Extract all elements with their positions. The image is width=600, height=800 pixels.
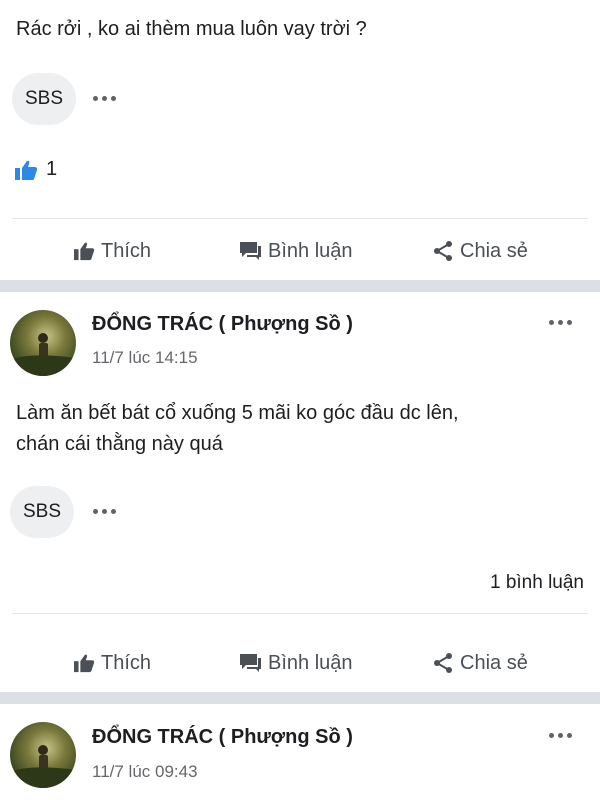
like-summary[interactable]: 1 <box>14 158 57 181</box>
more-dots-icon[interactable] <box>93 96 116 101</box>
post-text-line-2: chán cái thằng này quá <box>16 433 223 455</box>
like-button[interactable]: Thích <box>73 638 151 688</box>
like-label: Thích <box>101 239 152 262</box>
more-dots-icon[interactable] <box>93 509 116 514</box>
like-count: 1 <box>46 158 58 180</box>
share-icon <box>434 653 452 673</box>
divider <box>12 218 588 219</box>
share-button[interactable]: Chia sẻ <box>432 226 528 276</box>
comment-icon <box>240 654 261 672</box>
post-text: Rác rởi , ko ai thèm mua luôn vay trời ? <box>16 18 367 40</box>
thumbs-up-icon <box>74 654 95 673</box>
tag-chip[interactable]: SBS <box>10 486 74 538</box>
like-button[interactable]: Thích <box>73 226 151 276</box>
post-actions: Thích Bình luận Chia sẻ <box>0 226 600 276</box>
post-text-line-1: Làm ăn bết bát cổ xuống 5 mãi ko góc đầu… <box>16 402 459 424</box>
avatar-image <box>10 333 76 376</box>
avatar[interactable] <box>10 722 76 788</box>
comment-icon <box>240 242 261 260</box>
share-label: Chia sẻ <box>460 239 528 262</box>
tag-chip[interactable]: SBS <box>12 73 76 125</box>
share-icon <box>434 241 452 261</box>
comment-label: Bình luận <box>268 651 353 674</box>
more-dots-icon[interactable] <box>549 733 572 738</box>
divider <box>12 613 588 614</box>
more-dots-icon[interactable] <box>549 320 572 325</box>
comment-button[interactable]: Bình luận <box>238 638 353 688</box>
comment-label: Bình luận <box>268 239 353 262</box>
thumbs-up-icon <box>15 160 38 180</box>
comment-count[interactable]: 1 bình luận <box>490 572 584 594</box>
avatar[interactable] <box>10 310 76 376</box>
author-name[interactable]: ĐỔNG TRÁC ( Phượng Sồ ) <box>92 726 353 749</box>
thumbs-up-icon <box>74 242 95 261</box>
avatar-image <box>10 745 76 788</box>
share-label: Chia sẻ <box>460 651 528 674</box>
post-actions: Thích Bình luận Chia sẻ <box>0 638 600 688</box>
like-label: Thích <box>101 651 152 674</box>
share-button[interactable]: Chia sẻ <box>432 638 528 688</box>
post-time[interactable]: 11/7 lúc 14:15 <box>92 348 198 368</box>
post-time[interactable]: 11/7 lúc 09:43 <box>92 762 198 782</box>
author-name[interactable]: ĐỔNG TRÁC ( Phượng Sồ ) <box>92 313 353 336</box>
post-separator <box>0 692 600 704</box>
comment-button[interactable]: Bình luận <box>238 226 353 276</box>
post-separator <box>0 280 600 292</box>
